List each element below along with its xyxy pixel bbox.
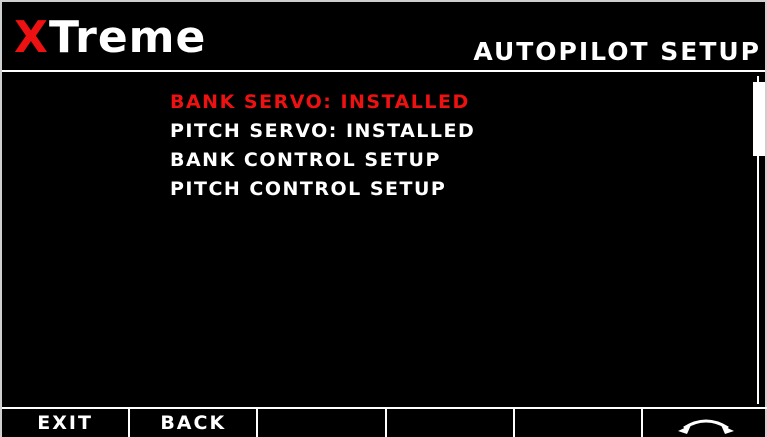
menu-item-bank-control-setup[interactable]: BANK CONTROL SETUP xyxy=(170,146,475,175)
xtreme-logo: XTreme xyxy=(14,8,206,68)
back-button[interactable]: BACK xyxy=(130,409,259,437)
softkey-4[interactable] xyxy=(387,409,515,437)
softkey-bar: EXIT BACK xyxy=(2,407,767,437)
softkey-3[interactable] xyxy=(258,409,387,437)
logo-text: Treme xyxy=(48,12,207,63)
page-title: AUTOPILOT SETUP xyxy=(473,37,761,66)
rotary-knob-button[interactable] xyxy=(643,409,767,437)
menu-item-bank-servo[interactable]: BANK SERVO: INSTALLED xyxy=(170,88,475,117)
menu-item-pitch-servo[interactable]: PITCH SERVO: INSTALLED xyxy=(170,117,475,146)
logo-x: X xyxy=(14,12,49,63)
setup-menu: BANK SERVO: INSTALLED PITCH SERVO: INSTA… xyxy=(170,88,475,204)
device-screen: XTreme AUTOPILOT SETUP BANK SERVO: INSTA… xyxy=(0,0,767,437)
menu-item-pitch-control-setup[interactable]: PITCH CONTROL SETUP xyxy=(170,175,475,204)
exit-button[interactable]: EXIT xyxy=(2,409,131,437)
softkey-5[interactable] xyxy=(515,409,643,437)
rotary-knob-icon xyxy=(677,419,734,434)
header-divider xyxy=(2,70,765,72)
scrollbar-thumb[interactable] xyxy=(753,82,765,156)
